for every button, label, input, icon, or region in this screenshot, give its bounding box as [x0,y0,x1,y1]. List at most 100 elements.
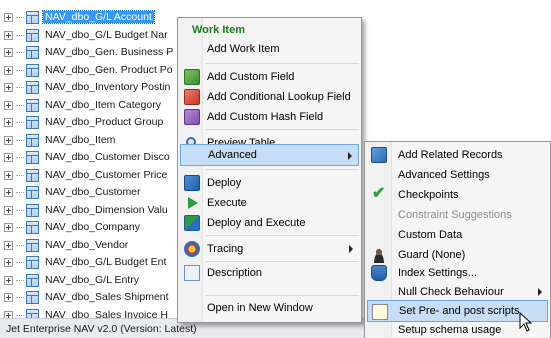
menu-item-label: Add Conditional Lookup Field [207,91,351,103]
tree-item[interactable]: NAV_dbo_Vendor [0,237,175,255]
menu-item-label: Checkpoints [398,189,459,201]
tree-connector [16,87,24,88]
tree-item[interactable]: NAV_dbo_Gen. Product Po [0,62,175,80]
table-tree: NAV_dbo_G/L Account NAV_dbo_G/L Budget Na… [0,0,175,318]
expand-plus-icon[interactable] [4,65,13,75]
menu-item-label: Advanced [208,149,257,161]
add-lookup-field-icon [184,89,200,105]
menu-item-checkpoints[interactable]: ✔ Checkpoints [367,184,548,206]
tree-item[interactable]: NAV_dbo_Customer Price [0,167,175,185]
tree-item[interactable]: NAV_dbo_Sales Invoice H [0,307,175,319]
tree-item[interactable]: NAV_dbo_Customer Disco [0,149,175,167]
menu-item-label: Setup schema usage [398,324,502,336]
table-icon [26,151,39,164]
tree-connector [16,122,24,123]
expand-plus-icon[interactable] [4,223,13,232]
expand-plus-icon[interactable] [4,205,13,215]
checkmark-icon: ✔ [372,185,386,202]
menu-item-label: Open in New Window [207,302,313,314]
menu-item-add-conditional-lookup-field[interactable]: Add Conditional Lookup Field [180,86,359,108]
menu-separator [206,129,359,130]
menu-item-label: Tracing [207,243,244,255]
expand-plus-icon[interactable] [4,83,13,92]
tree-item-label: NAV_dbo_Sales Invoice H [45,308,168,319]
scripts-icon [372,304,388,320]
menu-item-add-work-item[interactable]: Add Work Item [180,38,359,60]
menu-item-deploy[interactable]: Deploy [180,172,359,194]
submenu-arrow-icon [348,152,352,160]
menu-item-description[interactable]: Description [180,262,359,284]
tree-item[interactable]: NAV_dbo_G/L Entry [0,272,175,290]
tree-connector [16,52,24,53]
table-icon [26,168,39,182]
tree-item[interactable]: NAV_dbo_Gen. Business P [0,44,175,62]
context-menu: Work Item Add Work Item Add Custom Field… [177,17,362,323]
tree-connector [16,17,24,18]
table-icon [26,63,39,77]
expand-plus-icon[interactable] [4,170,13,180]
menu-item-label: Set Pre- and post scripts [399,305,520,317]
expand-plus-icon[interactable] [4,135,13,145]
menu-item-deploy-and-execute[interactable]: Deploy and Execute [180,212,359,234]
submenu-arrow-icon [349,245,353,253]
tree-item[interactable]: NAV_dbo_Inventory Postin [0,79,175,97]
mouse-cursor-icon [519,312,533,332]
menu-item-add-custom-field[interactable]: Add Custom Field [180,66,359,88]
expand-plus-icon[interactable] [4,13,13,22]
menu-item-execute[interactable]: Execute [180,192,359,214]
expand-plus-icon[interactable] [4,188,13,197]
tree-item[interactable]: NAV_dbo_Customer [0,184,175,202]
tree-item-label: NAV_dbo_G/L Account [42,10,155,24]
expand-plus-icon[interactable] [4,310,13,318]
expand-plus-icon[interactable] [4,293,13,302]
tree-item-label: NAV_dbo_Product Group [45,116,164,128]
menu-item-add-related-records[interactable]: Add Related Records [367,144,548,166]
index-database-icon [371,265,387,281]
tree-item-label: NAV_dbo_G/L Entry [45,273,139,286]
tree-item-label: NAV_dbo_Item [45,133,116,146]
expand-plus-icon[interactable] [4,275,13,285]
expand-plus-icon[interactable] [4,153,13,162]
tree-item[interactable]: NAV_dbo_Company [0,219,175,237]
menu-item-add-custom-hash-field[interactable]: Add Custom Hash Field [180,106,359,128]
menu-item-label: Advanced Settings [398,169,490,181]
expand-plus-icon[interactable] [4,258,13,267]
tree-item[interactable]: NAV_dbo_Sales Shipment [0,289,175,307]
table-icon [26,11,39,24]
tree-item[interactable]: NAV_dbo_Item Category [0,97,175,115]
menu-item-open-in-new-window[interactable]: Open in New Window [180,297,359,319]
tree-item-label: NAV_dbo_Item Category [45,98,161,111]
status-text: Jet Enterprise NAV v2.0 (Version: Latest… [6,323,197,335]
tree-item-label: NAV_dbo_Customer Price [45,168,168,181]
table-icon [26,256,39,269]
tree-item[interactable]: NAV_dbo_G/L Account [0,9,175,27]
tree-item[interactable]: NAV_dbo_G/L Budget Nar [0,27,175,45]
table-icon [26,116,39,129]
add-custom-field-icon [184,69,200,85]
menu-item-tracing[interactable]: Tracing [180,238,359,260]
tree-item-label: NAV_dbo_G/L Budget Nar [45,28,168,41]
tree-item[interactable]: NAV_dbo_Product Group [0,114,175,132]
expand-plus-icon[interactable] [4,100,13,110]
expand-plus-icon[interactable] [4,240,13,250]
description-icon [184,265,200,281]
table-icon [26,203,39,217]
expand-plus-icon[interactable] [4,30,13,40]
tree-connector [16,297,24,298]
tree-item[interactable]: NAV_dbo_Dimension Valu [0,202,175,220]
tree-connector [16,69,24,71]
table-icon [26,98,39,112]
tree-item[interactable]: NAV_dbo_G/L Budget Ent [0,254,175,272]
table-icon [26,46,39,59]
tree-connector [16,314,24,316]
tree-item[interactable]: NAV_dbo_Item [0,132,175,150]
menu-item-custom-data[interactable]: Custom Data [367,224,548,246]
tree-connector [16,139,24,141]
menu-separator [206,169,359,170]
menu-item-advanced-settings[interactable]: Advanced Settings [367,164,548,186]
expand-plus-icon[interactable] [4,48,13,57]
menu-item-advanced[interactable]: Advanced [180,144,359,166]
tree-connector [16,227,24,228]
menu-header-work-item: Work Item [192,24,245,36]
expand-plus-icon[interactable] [4,118,13,127]
